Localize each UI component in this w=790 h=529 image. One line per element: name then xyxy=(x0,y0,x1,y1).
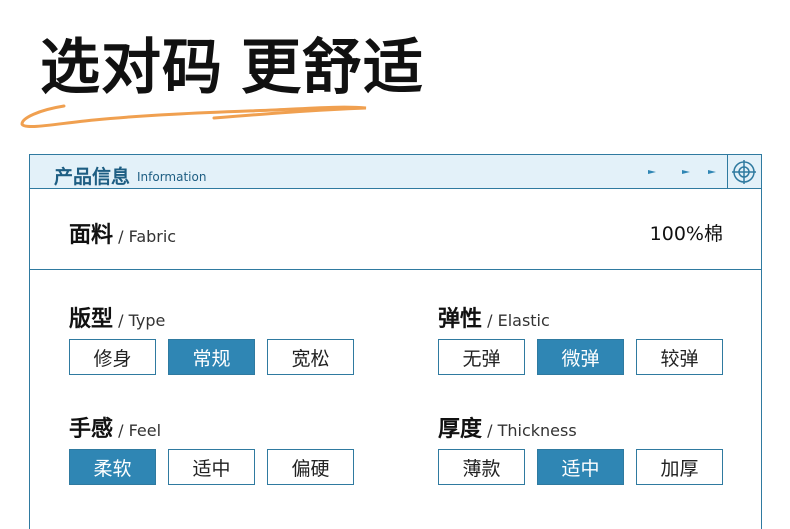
feel-label-cn: 手感 xyxy=(69,417,114,442)
arrow-right-icon xyxy=(632,170,716,174)
swoosh-underline-icon xyxy=(20,104,367,129)
product-info-card: 产品信息 Information 面料 / Fabric 100%棉 版型 / … xyxy=(29,154,762,529)
elastic-option-none[interactable]: 无弹 xyxy=(438,339,525,375)
type-label-en: / Type xyxy=(113,311,166,330)
fabric-label: 面料 / Fabric xyxy=(69,217,176,249)
headline: 选对码 更舒适 xyxy=(40,38,424,98)
feel-option-medium[interactable]: 适中 xyxy=(168,449,255,485)
card-title: 产品信息 xyxy=(54,166,131,188)
fabric-value: 100%棉 xyxy=(649,223,723,245)
card-header: 产品信息 Information xyxy=(30,155,761,189)
feel-label: 手感 / Feel xyxy=(69,411,161,443)
elastic-label: 弹性 / Elastic xyxy=(438,301,550,333)
thickness-label: 厚度 / Thickness xyxy=(438,411,577,443)
thickness-option-thick[interactable]: 加厚 xyxy=(636,449,723,485)
feel-options: 柔软 适中 偏硬 xyxy=(69,449,354,485)
type-options: 修身 常规 宽松 xyxy=(69,339,354,375)
thickness-options: 薄款 适中 加厚 xyxy=(438,449,723,485)
elastic-option-more[interactable]: 较弹 xyxy=(636,339,723,375)
fabric-row: 面料 / Fabric 100%棉 xyxy=(30,189,761,270)
type-label: 版型 / Type xyxy=(69,301,165,333)
fabric-label-cn: 面料 xyxy=(69,223,114,248)
type-option-regular[interactable]: 常规 xyxy=(168,339,255,375)
card-subtitle: Information xyxy=(137,170,207,184)
type-option-slim[interactable]: 修身 xyxy=(69,339,156,375)
header-divider xyxy=(727,155,728,189)
thickness-label-en: / Thickness xyxy=(482,421,577,440)
feel-label-en: / Feel xyxy=(113,421,162,440)
thickness-option-thin[interactable]: 薄款 xyxy=(438,449,525,485)
fabric-label-en: / Fabric xyxy=(113,227,177,246)
thickness-label-cn: 厚度 xyxy=(438,417,483,442)
elastic-label-en: / Elastic xyxy=(482,311,550,330)
crosshair-icon xyxy=(732,160,756,184)
feel-option-soft[interactable]: 柔软 xyxy=(69,449,156,485)
elastic-label-cn: 弹性 xyxy=(438,307,483,332)
elastic-options: 无弹 微弹 较弹 xyxy=(438,339,723,375)
type-label-cn: 版型 xyxy=(69,307,114,332)
elastic-option-slight[interactable]: 微弹 xyxy=(537,339,624,375)
type-option-loose[interactable]: 宽松 xyxy=(267,339,354,375)
feel-option-hard[interactable]: 偏硬 xyxy=(267,449,354,485)
thickness-option-medium[interactable]: 适中 xyxy=(537,449,624,485)
